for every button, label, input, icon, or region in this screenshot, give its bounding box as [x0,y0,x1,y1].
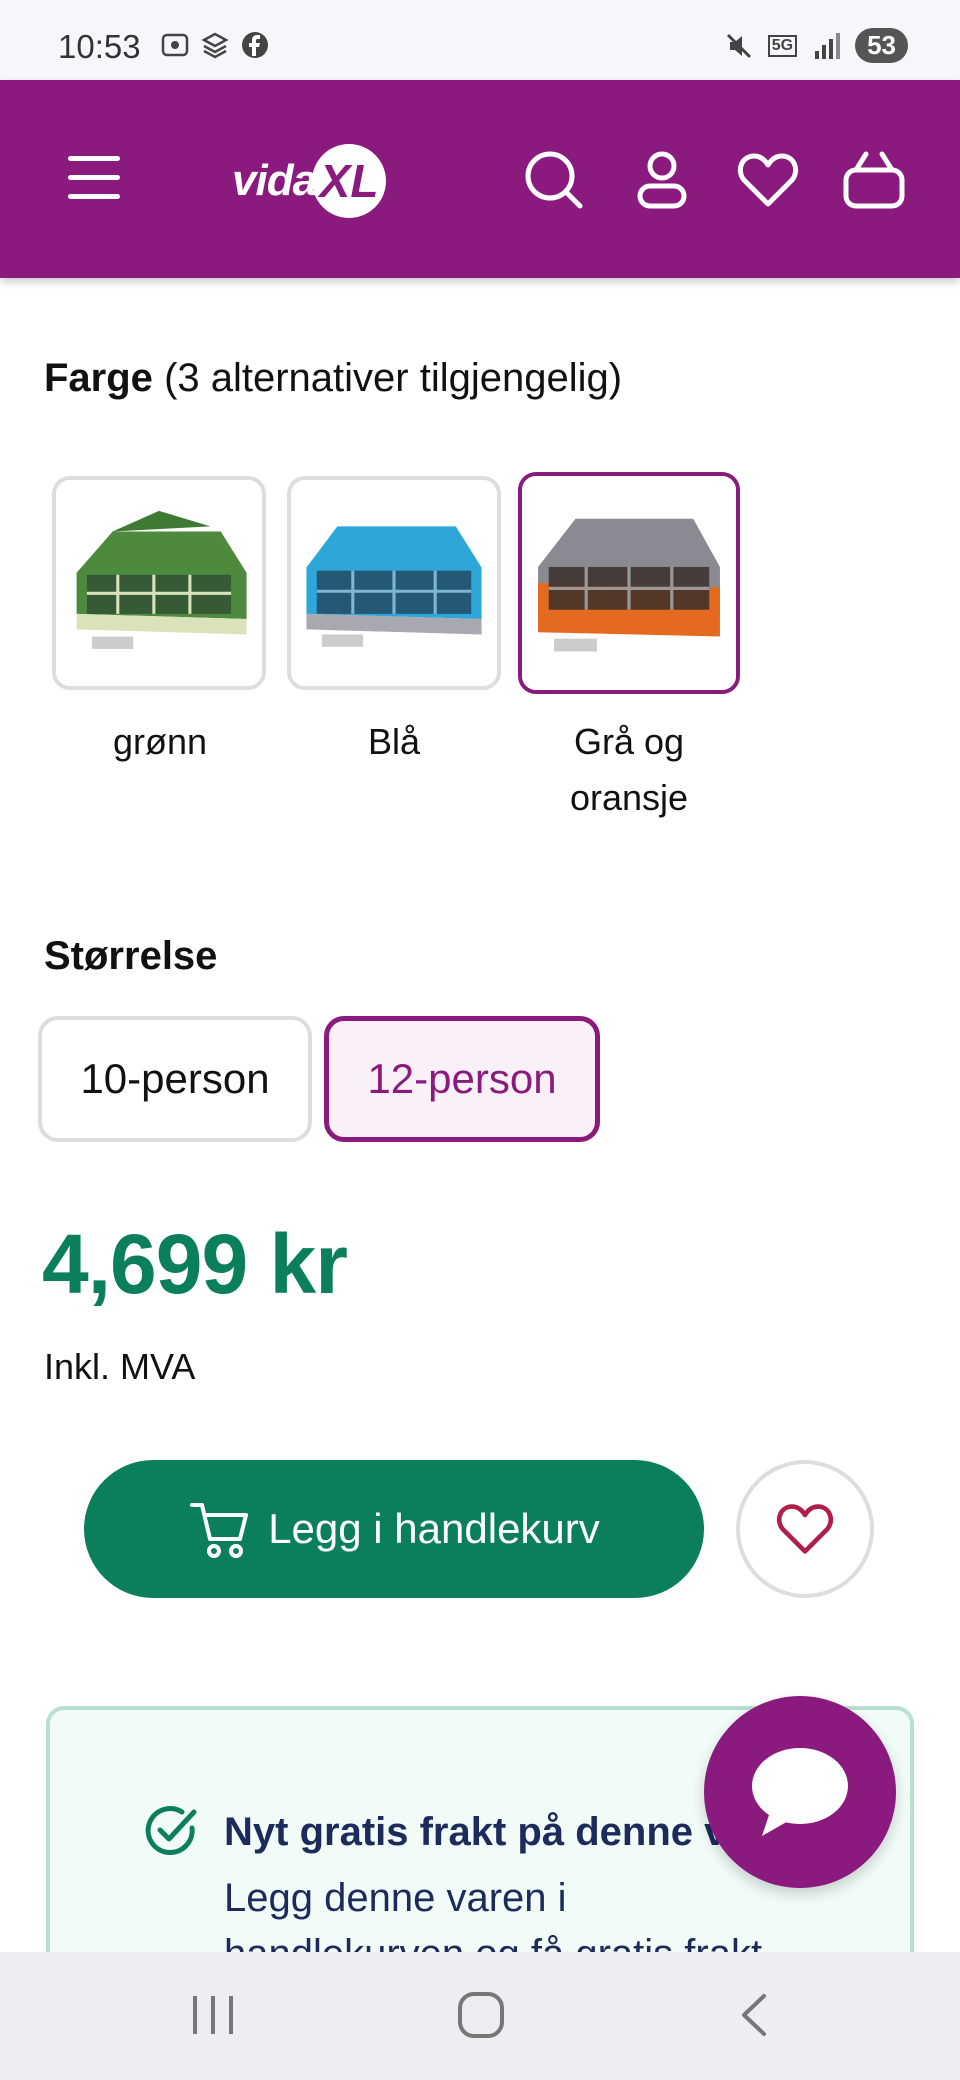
tent-grey-orange-image [522,476,736,690]
color-name-grey-orange-line1: Grå og [573,721,685,762]
logo-text: vida [232,156,317,205]
vidaxl-logo[interactable]: vida XL [232,136,387,226]
color-name-grey-orange-line2: oransje [569,777,689,818]
chat-button[interactable] [704,1696,896,1888]
color-name-green: grønn [112,721,208,762]
back-icon[interactable] [734,1990,774,2040]
free-shipping-title: Nyt gratis frakt på denne v [224,1810,727,1854]
size-option-12-person[interactable]: 12-person [324,1016,600,1142]
add-to-wishlist-button[interactable] [736,1460,874,1598]
stack-icon [200,30,230,60]
battery-indicator: 53 [855,28,908,63]
color-option-green[interactable] [52,476,266,690]
heart-icon[interactable] [736,148,800,212]
site-header: vida XL [0,80,960,278]
screenshot-icon [160,30,190,60]
color-label: Farge (3 alternativer tilgjengelig) [44,356,622,401]
color-option-grey-orange[interactable] [518,472,740,694]
cart-icon [190,1503,249,1558]
basket-icon[interactable] [842,148,906,212]
notification-icons [160,30,270,60]
vat-note: Inkl. MVA [44,1346,196,1387]
color-name-grey-orange: Grå og oransje [509,714,749,826]
add-to-cart-button[interactable]: Legg i handlekurv [84,1460,704,1598]
logo-mark: XL [312,144,387,218]
menu-icon[interactable] [68,156,124,200]
tent-blue-image [291,480,497,686]
status-time: 10:53 [58,28,141,65]
size-option-10-person[interactable]: 10-person [38,1016,312,1142]
color-option-blue[interactable] [287,476,501,690]
color-count: (3 alternativer tilgjengelig) [164,356,623,400]
product-price: 4,699 kr [42,1217,348,1311]
tent-green-image [56,480,262,686]
status-bar: 10:53 5G 53 [0,0,960,80]
network-label: 5G [767,34,798,57]
system-nav-bar [0,1952,960,2080]
signal-icon [815,32,841,59]
home-icon[interactable] [456,1990,506,2040]
facebook-icon [240,30,270,60]
recent-apps-icon[interactable] [190,1990,236,2040]
color-name-blue: Blå [367,721,421,762]
mute-icon [726,33,751,58]
search-icon[interactable] [522,148,586,212]
color-label-title: Farge [44,356,153,400]
account-icon[interactable] [630,148,694,212]
size-label: Størrelse [44,934,218,978]
system-indicators: 5G 53 [724,28,908,63]
heart-icon [776,1504,834,1554]
chat-bubble-icon [752,1748,848,1836]
check-circle-icon [145,1806,197,1855]
add-to-cart-label: Legg i handlekurv [268,1505,600,1552]
product-page: 10:53 5G 53 vida XL Farge (3 alternative… [0,0,960,2080]
